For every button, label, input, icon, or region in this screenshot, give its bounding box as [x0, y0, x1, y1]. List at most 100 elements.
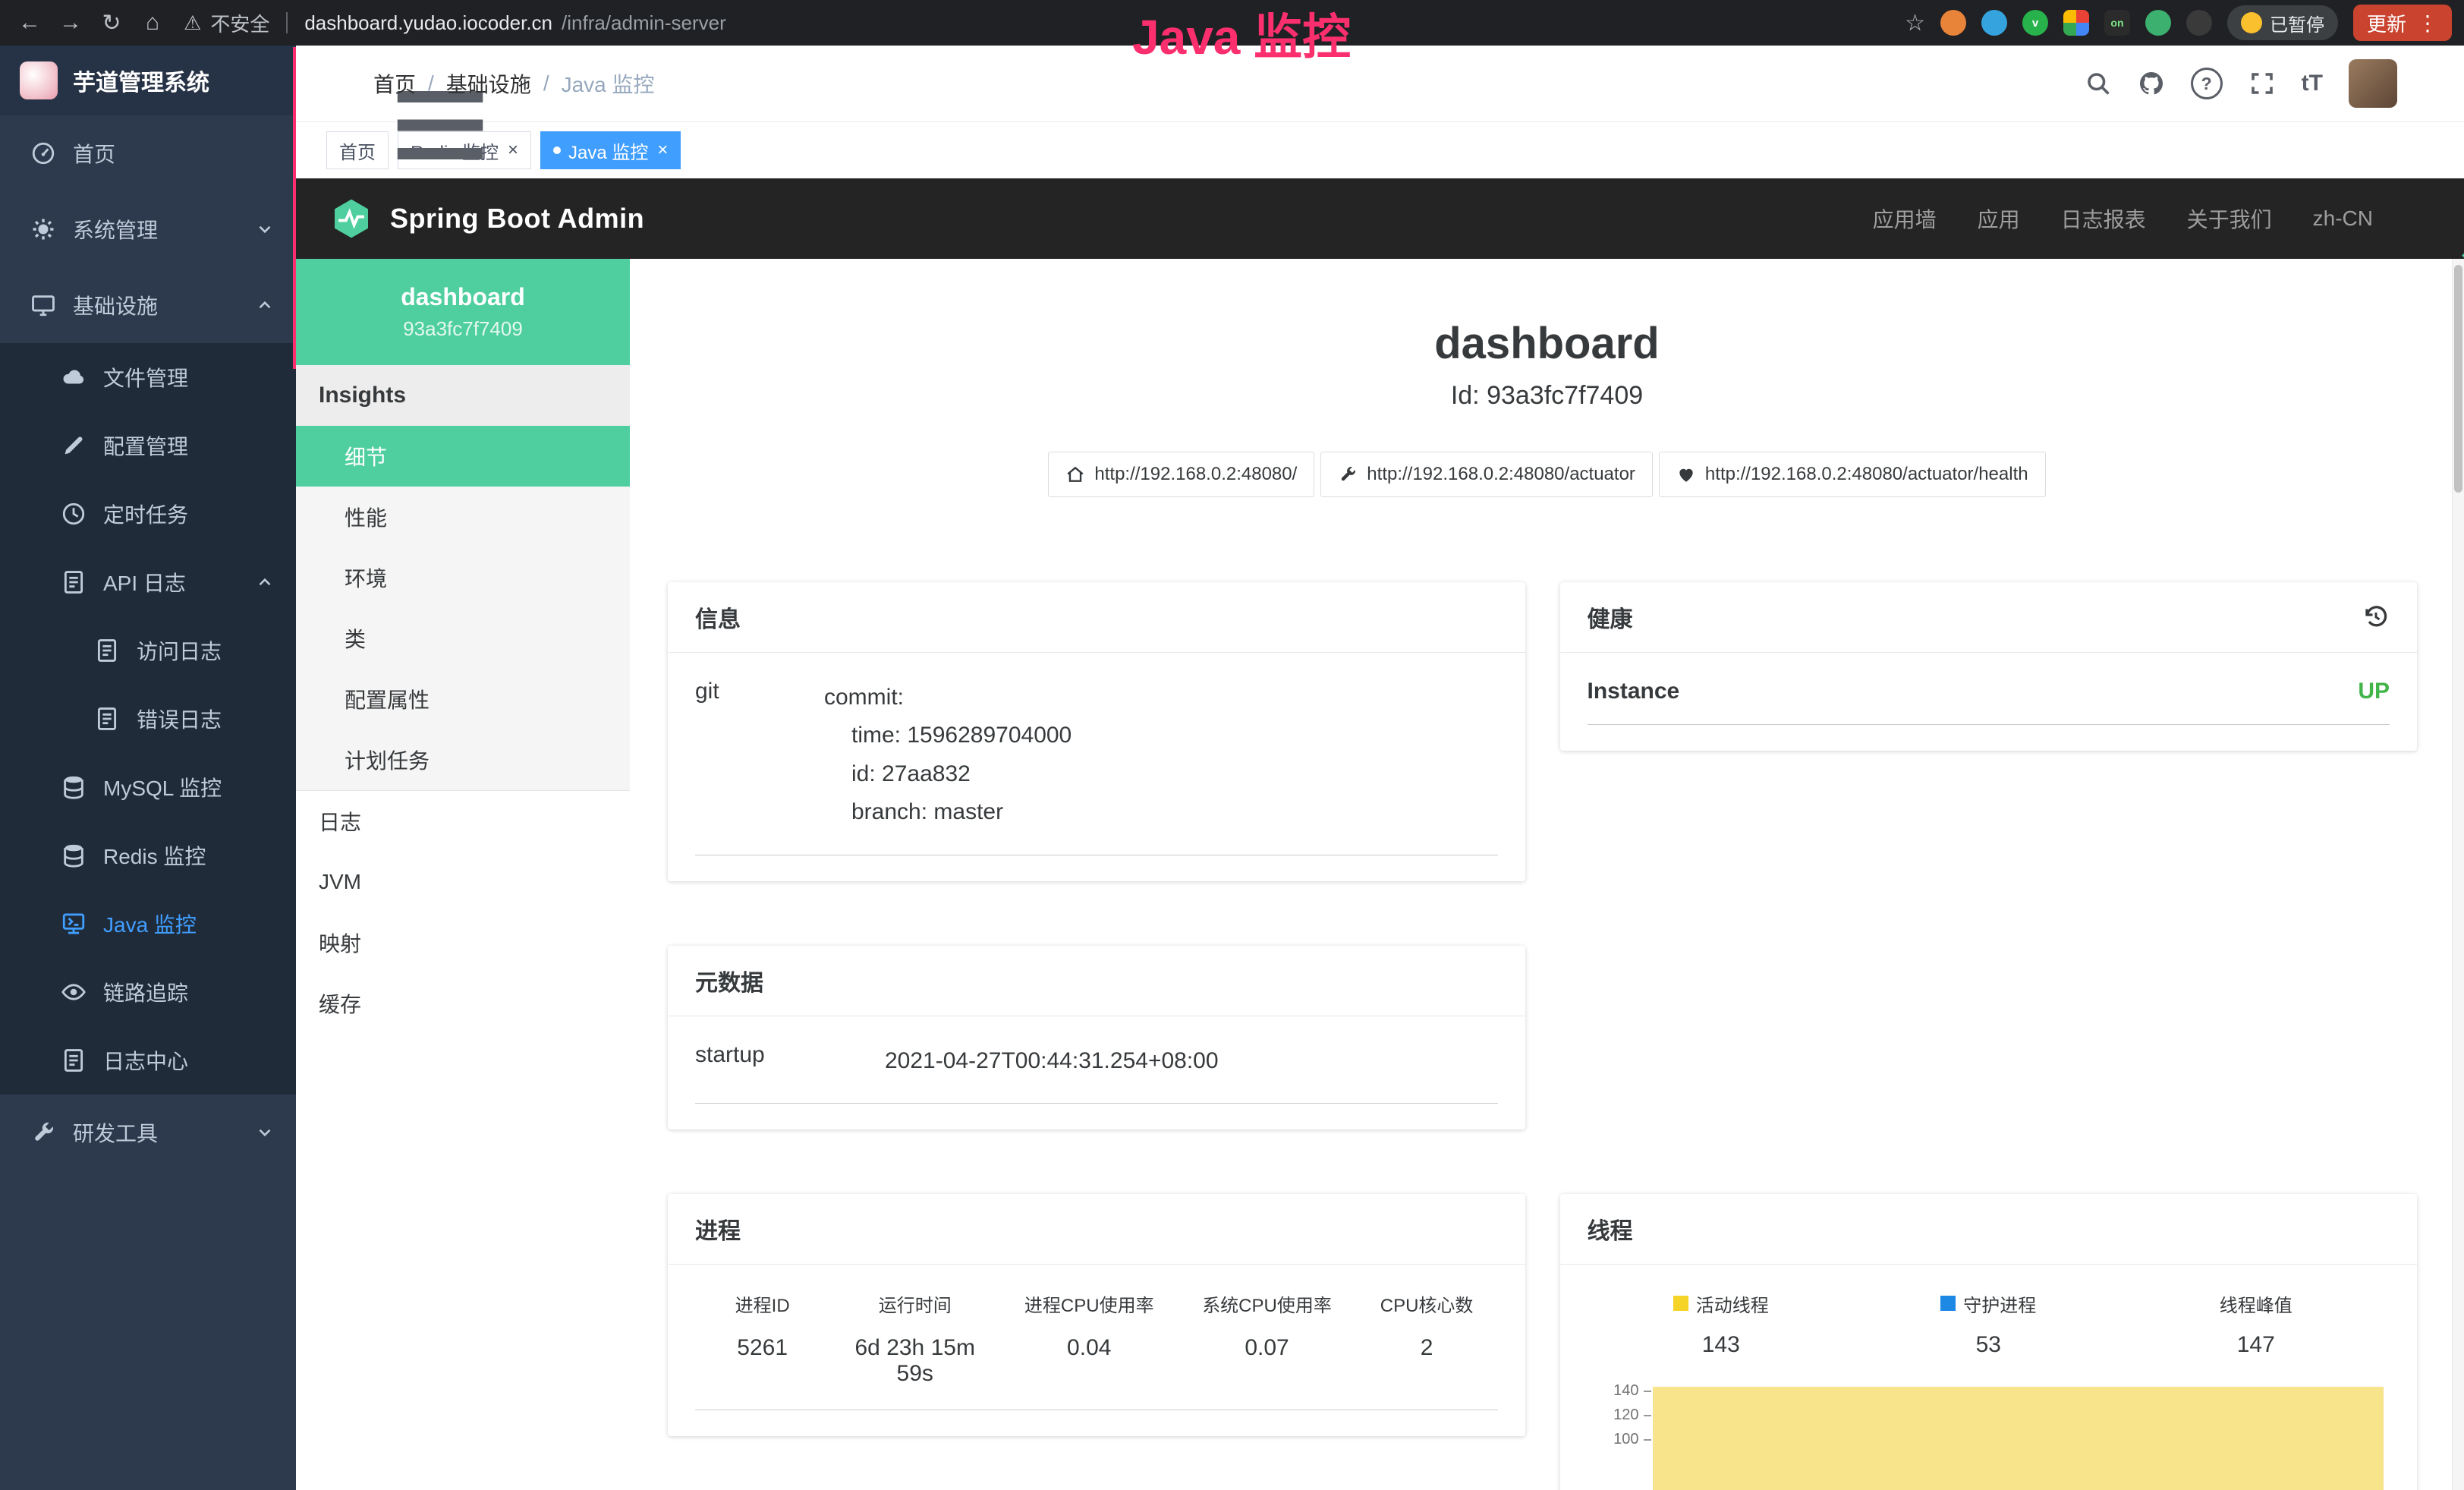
avatar-caret-icon[interactable] — [2423, 74, 2441, 93]
sba-item-details[interactable]: 细节 — [296, 426, 630, 487]
font-size-icon[interactable]: tT — [2302, 71, 2323, 96]
extension-icon[interactable]: on — [2104, 10, 2130, 36]
sidebar-item-tracing[interactable]: 链路追踪 — [0, 958, 296, 1026]
sidebar-item-scheduled-tasks[interactable]: 定时任务 — [0, 480, 296, 548]
column-header: CPU核心数 — [1362, 1290, 1492, 1317]
gear-icon — [30, 216, 56, 242]
eye-icon — [61, 979, 87, 1005]
sba-item-environment[interactable]: 环境 — [296, 547, 630, 608]
health-card: 健康 Instance UP — [1560, 582, 2418, 751]
wrench-icon — [1338, 465, 1358, 484]
extension-icon[interactable] — [2186, 10, 2212, 36]
clock-icon — [61, 501, 87, 527]
close-icon[interactable]: × — [657, 140, 668, 161]
sidebar-item-mysql-monitor[interactable]: MySQL 监控 — [0, 753, 296, 821]
breadcrumb-item[interactable]: 基础设施 — [446, 68, 531, 99]
sidebar-item-log-center[interactable]: 日志中心 — [0, 1026, 296, 1095]
chevron-up-icon — [255, 572, 275, 592]
help-icon[interactable]: ? — [2191, 68, 2223, 99]
sba-nav-journal[interactable]: 日志报表 — [2061, 203, 2146, 234]
smiley-icon — [2241, 12, 2262, 33]
chevron-down-icon — [2381, 209, 2400, 228]
sba-content: dashboard Id: 93a3fc7f7409 http://192.16… — [630, 259, 2464, 1490]
database-icon — [61, 843, 87, 868]
browser-home-icon[interactable]: ⌂ — [135, 10, 170, 36]
sba-item-performance[interactable]: 性能 — [296, 487, 630, 547]
sba-brand-title[interactable]: Spring Boot Admin — [390, 203, 644, 235]
sba-item-label: 类 — [345, 623, 366, 654]
threads-card: 线程 活动线程 143 — [1560, 1194, 2418, 1490]
hamburger-icon[interactable] — [326, 68, 357, 99]
sba-item-scheduled-tasks[interactable]: 计划任务 — [296, 729, 630, 790]
sba-body: dashboard 93a3fc7f7409 Insights 细节 性能 环境 — [296, 259, 2464, 1490]
instance-header[interactable]: dashboard 93a3fc7f7409 — [296, 259, 630, 365]
info-row-value: commit: time: 1596289704000 id: 27aa832 … — [824, 679, 1498, 832]
sidebar-item-config-management[interactable]: 配置管理 — [0, 411, 296, 480]
sidebar-item-java-monitor[interactable]: Java 监控 — [0, 890, 296, 958]
git-branch: branch: master — [824, 793, 1498, 831]
sidebar-item-file-management[interactable]: 文件管理 — [0, 343, 296, 411]
back-icon[interactable]: ← — [12, 10, 47, 36]
heart-icon — [1676, 465, 1696, 484]
extension-icon[interactable] — [1981, 10, 2007, 36]
extension-icon[interactable] — [1940, 10, 1966, 36]
threads-card-body: 活动线程 143 守护进程 — [1560, 1265, 2418, 1490]
status-badge: UP — [2358, 679, 2390, 704]
sidebar-item-redis-monitor[interactable]: Redis 监控 — [0, 821, 296, 890]
address-bar[interactable]: ⚠ 不安全 dashboard.yudao.iocoder.cn/infra/a… — [184, 9, 726, 37]
info-card-header: 信息 — [668, 582, 1525, 653]
github-icon[interactable] — [2138, 70, 2165, 97]
sba-item-logs[interactable]: 日志 — [296, 791, 630, 852]
extension-icon[interactable] — [2063, 10, 2089, 36]
sba-item-classes[interactable]: 类 — [296, 608, 630, 669]
sidebar-item-infrastructure[interactable]: 基础设施 — [0, 267, 296, 343]
update-browser-button[interactable]: 更新 ⋮ — [2353, 5, 2452, 41]
actuator-url-button[interactable]: http://192.168.0.2:48080/actuator — [1320, 452, 1653, 497]
service-url-button[interactable]: http://192.168.0.2:48080/ — [1048, 452, 1314, 497]
app-logo-row[interactable]: 芋道管理系统 — [0, 46, 296, 115]
sba-nav-wallboard[interactable]: 应用墙 — [1873, 203, 1937, 234]
history-icon[interactable] — [2362, 603, 2390, 631]
sba-nav-about[interactable]: 关于我们 — [2187, 203, 2272, 234]
legend-label: 线程峰值 — [2220, 1290, 2292, 1317]
extension-icon[interactable] — [2145, 10, 2171, 36]
service-url: http://192.168.0.2:48080/ — [1094, 464, 1297, 485]
sba-item-config-props[interactable]: 配置属性 — [296, 669, 630, 729]
sidebar-item-label: 研发工具 — [73, 1117, 158, 1148]
sidebar-item-label: 首页 — [73, 138, 115, 169]
breadcrumb-item[interactable]: 首页 — [373, 68, 416, 99]
legend-swatch — [1940, 1296, 1956, 1311]
sidebar-item-system-management[interactable]: 系统管理 — [0, 191, 296, 267]
sba-nav-applications[interactable]: 应用 — [1978, 203, 2020, 234]
tag-java-monitor[interactable]: Java 监控 × — [540, 131, 681, 169]
search-icon[interactable] — [2085, 70, 2112, 97]
sba-item-label: 计划任务 — [345, 745, 430, 775]
health-url-button[interactable]: http://192.168.0.2:48080/actuator/health — [1659, 452, 2046, 497]
reload-icon[interactable]: ↻ — [94, 10, 129, 36]
sidebar-item-error-logs[interactable]: 错误日志 — [0, 685, 296, 753]
menu-kebab-icon[interactable]: ⋮ — [2417, 11, 2438, 36]
fullscreen-icon[interactable] — [2248, 70, 2276, 97]
metadata-row-value: 2021-04-27T00:44:31.254+08:00 — [885, 1042, 1498, 1080]
sidebar-item-access-logs[interactable]: 访问日志 — [0, 616, 296, 685]
user-avatar[interactable] — [2349, 59, 2397, 108]
pencil-icon — [61, 433, 87, 458]
sidebar-item-home[interactable]: 首页 — [0, 115, 296, 191]
bookmark-star-icon[interactable]: ☆ — [1905, 10, 1925, 36]
locale-selector[interactable]: zh-CN — [2313, 206, 2400, 231]
paused-extension-button[interactable]: 已暂停 — [2227, 5, 2338, 40]
legend-value: 143 — [1588, 1332, 1855, 1358]
sidebar-item-dev-tools[interactable]: 研发工具 — [0, 1095, 296, 1170]
sba-item-caches[interactable]: 缓存 — [296, 973, 630, 1034]
extension-icon[interactable]: v — [2022, 10, 2048, 36]
java-monitor-icon — [61, 911, 87, 937]
forward-icon[interactable]: → — [53, 10, 88, 36]
sidebar-item-api-logs[interactable]: API 日志 — [0, 548, 296, 616]
insights-group: 细节 性能 环境 类 配置属性 — [296, 426, 630, 791]
sba-item-jvm[interactable]: JVM — [296, 852, 630, 912]
legend-value: 53 — [1855, 1332, 2123, 1358]
sidebar-item-label: 文件管理 — [103, 362, 188, 392]
scrollbar-thumb[interactable] — [2454, 265, 2462, 493]
sba-item-mappings[interactable]: 映射 — [296, 912, 630, 973]
chart-plot-area — [1653, 1378, 2390, 1490]
